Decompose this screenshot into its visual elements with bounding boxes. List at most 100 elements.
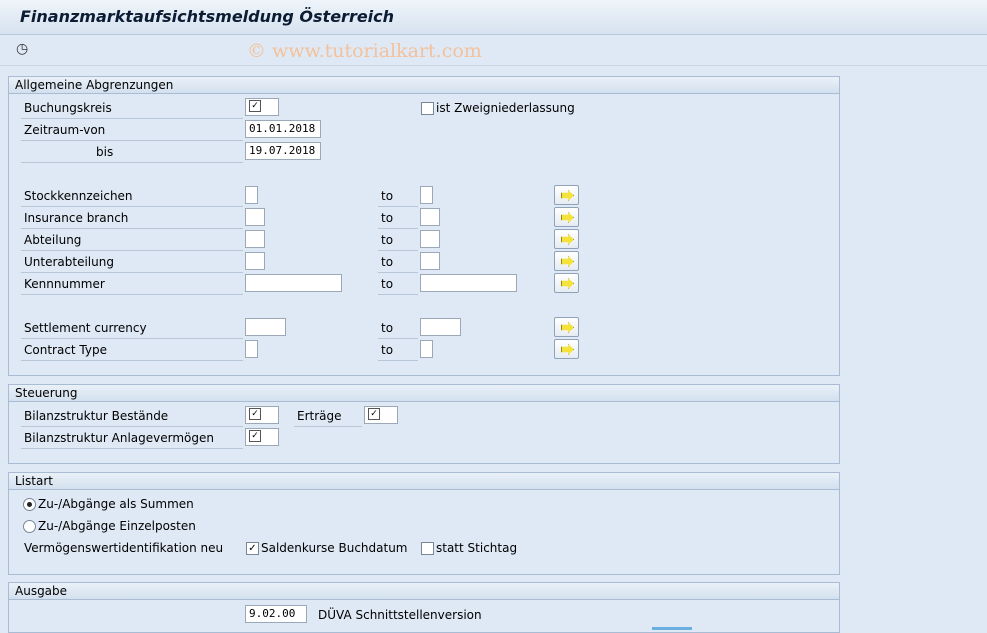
version-input[interactable]: 9.02.00	[245, 605, 307, 623]
version-label: DÜVA Schnittstellenversion	[318, 608, 482, 622]
id-number-from-input[interactable]	[245, 274, 342, 292]
department-from-input[interactable]	[245, 230, 265, 248]
radio-sums[interactable]	[23, 498, 36, 511]
check-icon: ✓	[249, 100, 261, 112]
to-label: to	[381, 189, 394, 203]
company-code-label: Buchungskreis	[24, 101, 112, 115]
subdepartment-label: Unterabteilung	[24, 255, 114, 269]
contract-type-from-input[interactable]	[245, 340, 258, 358]
posting-date-checkbox[interactable]: ✓	[246, 542, 259, 555]
posting-date-label: Saldenkurse Buchdatum	[261, 541, 408, 555]
title-bar: Finanzmarktaufsichtsmeldung Österreich	[0, 0, 987, 35]
arrow-right-icon	[561, 322, 574, 333]
label-underline	[21, 294, 243, 295]
multiple-selection-button[interactable]	[554, 317, 579, 337]
to-label: to	[381, 255, 394, 269]
label-underline	[21, 206, 243, 207]
status-indicator-bar	[652, 627, 692, 630]
settlement-currency-label: Settlement currency	[24, 321, 147, 335]
contract-type-to-input[interactable]	[420, 340, 433, 358]
label-underline	[378, 338, 418, 339]
label-underline	[21, 448, 243, 449]
label-underline	[378, 272, 418, 273]
watermark-text: © www.tutorialkart.com	[247, 40, 482, 62]
page-title: Finanzmarktaufsichtsmeldung Österreich	[20, 7, 395, 26]
department-to-input[interactable]	[420, 230, 440, 248]
multiple-selection-button[interactable]	[554, 339, 579, 359]
group-header-general: Allgemeine Abgrenzungen	[9, 77, 839, 94]
label-underline	[21, 228, 243, 229]
radio-sums-label: Zu-/Abgänge als Summen	[38, 497, 194, 511]
income-checkbox[interactable]: ✓	[364, 406, 398, 424]
income-label: Erträge	[297, 409, 342, 423]
branch-label: ist Zweigniederlassung	[436, 101, 575, 115]
group-header-output: Ausgabe	[9, 583, 839, 600]
label-underline	[378, 294, 418, 295]
arrow-right-icon	[561, 234, 574, 245]
arrow-right-icon	[561, 212, 574, 223]
radio-single-items-label: Zu-/Abgänge Einzelposten	[38, 519, 196, 533]
application-toolbar: ◷ © www.tutorialkart.com	[0, 35, 987, 66]
department-label: Abteilung	[24, 233, 82, 247]
check-icon: ✓	[249, 430, 261, 442]
label-underline	[21, 118, 243, 119]
radio-selected-dot	[27, 502, 32, 507]
arrow-right-icon	[561, 256, 574, 267]
label-underline	[21, 140, 243, 141]
group-header-control: Steuerung	[9, 385, 839, 402]
subdepartment-to-input[interactable]	[420, 252, 440, 270]
label-underline	[378, 250, 418, 251]
label-underline	[21, 360, 243, 361]
period-to-input[interactable]: 19.07.2018	[245, 142, 321, 160]
group-control: Steuerung	[8, 384, 840, 464]
to-label: to	[381, 233, 394, 247]
period-to-label: bis	[96, 145, 114, 159]
radio-single-items[interactable]	[23, 520, 36, 533]
label-underline	[21, 426, 243, 427]
balance-assets-label: Bilanzstruktur Anlagevermögen	[24, 431, 215, 445]
label-underline	[21, 250, 243, 251]
stock-indicator-label: Stockkennzeichen	[24, 189, 133, 203]
label-underline	[294, 426, 362, 427]
to-label: to	[381, 343, 394, 357]
to-label: to	[381, 321, 394, 335]
id-number-label: Kennnummer	[24, 277, 105, 291]
key-date-checkbox[interactable]	[421, 542, 434, 555]
group-header-list-type: Listart	[9, 473, 839, 490]
multiple-selection-button[interactable]	[554, 229, 579, 249]
multiple-selection-button[interactable]	[554, 251, 579, 271]
stock-indicator-to-input[interactable]	[420, 186, 433, 204]
balance-stock-checkbox[interactable]: ✓	[245, 406, 279, 424]
to-label: to	[381, 211, 394, 225]
settlement-currency-to-input[interactable]	[420, 318, 461, 336]
key-date-label: statt Stichtag	[436, 541, 518, 555]
company-code-checkbox[interactable]: ✓	[245, 98, 279, 116]
label-underline	[21, 338, 243, 339]
id-number-to-input[interactable]	[420, 274, 517, 292]
arrow-right-icon	[561, 278, 574, 289]
period-from-input[interactable]: 01.01.2018	[245, 120, 321, 138]
insurance-branch-from-input[interactable]	[245, 208, 265, 226]
branch-checkbox[interactable]	[421, 102, 434, 115]
settlement-currency-from-input[interactable]	[245, 318, 286, 336]
balance-stock-label: Bilanzstruktur Bestände	[24, 409, 169, 423]
clock-execute-icon[interactable]: ◷	[16, 41, 32, 57]
contract-type-label: Contract Type	[24, 343, 107, 357]
period-from-label: Zeitraum-von	[24, 123, 106, 137]
subdepartment-from-input[interactable]	[245, 252, 265, 270]
multiple-selection-button[interactable]	[554, 273, 579, 293]
arrow-right-icon	[561, 344, 574, 355]
insurance-branch-to-input[interactable]	[420, 208, 440, 226]
multiple-selection-button[interactable]	[554, 185, 579, 205]
label-underline	[378, 228, 418, 229]
asset-id-label: Vermögenswertidentifikation neu	[24, 541, 224, 555]
balance-assets-checkbox[interactable]: ✓	[245, 428, 279, 446]
stock-indicator-from-input[interactable]	[245, 186, 258, 204]
multiple-selection-button[interactable]	[554, 207, 579, 227]
check-icon: ✓	[368, 408, 380, 420]
label-underline	[378, 206, 418, 207]
arrow-right-icon	[561, 190, 574, 201]
label-underline	[21, 162, 243, 163]
label-underline	[378, 360, 418, 361]
to-label: to	[381, 277, 394, 291]
